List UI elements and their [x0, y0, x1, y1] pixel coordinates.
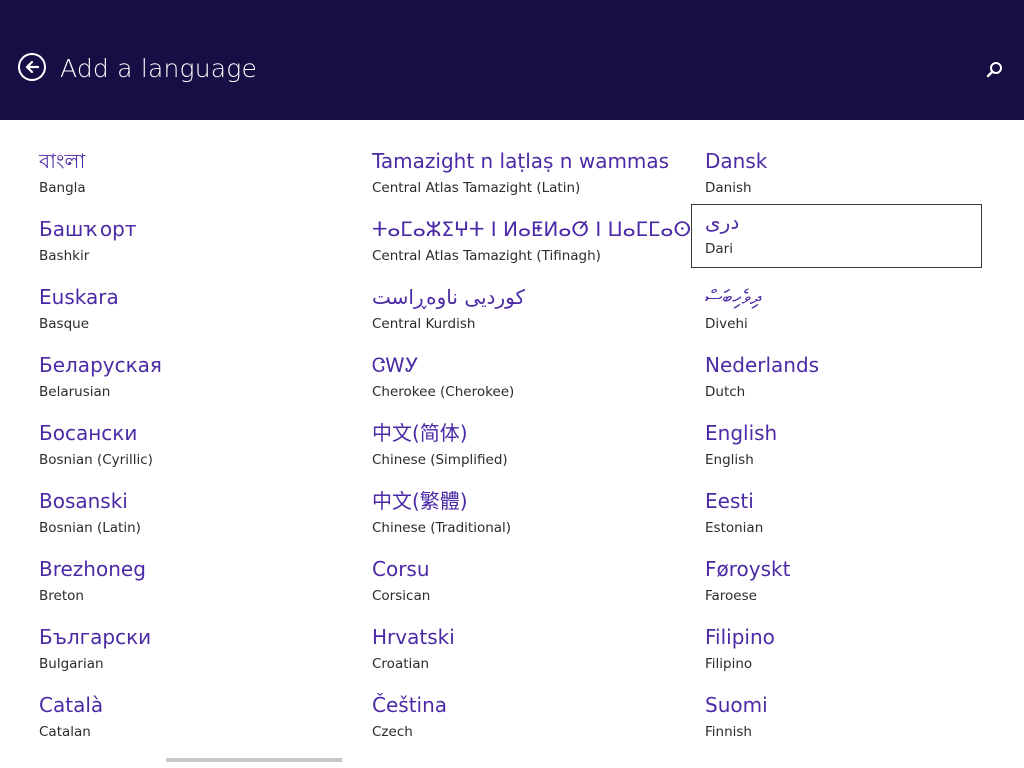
language-tile[interactable]: Башҡорт Bashkir	[33, 212, 324, 276]
language-english-name: Corsican	[372, 588, 431, 604]
language-tile[interactable]: বাংলা Bangla	[33, 144, 324, 208]
language-native-name: Босански	[39, 421, 138, 445]
language-native-name: ދިވެހިބަސް	[705, 285, 761, 309]
language-english-name: Chinese (Simplified)	[372, 452, 508, 468]
language-native-name: Български	[39, 625, 152, 649]
language-native-name: Brezhoneg	[39, 557, 146, 581]
language-native-name: 中文(简体)	[372, 421, 468, 445]
language-native-name: Euskara	[39, 285, 119, 309]
language-native-name: বাংলা	[39, 149, 86, 173]
language-native-name: English	[705, 421, 778, 445]
language-native-name: Eesti	[705, 489, 754, 513]
language-english-name: Central Kurdish	[372, 316, 476, 332]
language-english-name: Central Atlas Tamazight (Tifinagh)	[372, 248, 601, 264]
language-english-name: Estonian	[705, 520, 764, 536]
language-native-name: 中文(繁體)	[372, 489, 468, 513]
language-native-name: Čeština	[372, 693, 448, 717]
language-tile[interactable]: ދިވެހިބަސް Divehi	[699, 280, 990, 344]
language-tile[interactable]: ᏣᎳᎩ Cherokee (Cherokee)	[366, 348, 657, 412]
language-tile[interactable]: Босански Bosnian (Cyrillic)	[33, 416, 324, 480]
language-tile-selected[interactable]: درى Dari	[691, 204, 982, 268]
horizontal-scrollbar[interactable]	[166, 758, 342, 762]
language-english-name: Belarusian	[39, 384, 111, 400]
language-native-name: Bosanski	[39, 489, 128, 513]
language-english-name: Breton	[39, 588, 84, 604]
language-english-name: Cherokee (Cherokee)	[372, 384, 515, 400]
language-native-name: Català	[39, 693, 104, 717]
language-english-name: Bosnian (Latin)	[39, 520, 141, 536]
language-english-name: Bashkir	[39, 248, 90, 264]
language-tile[interactable]: Čeština Czech	[366, 688, 657, 752]
header-bar: Add a language	[0, 0, 1024, 120]
language-tile[interactable]: Català Catalan	[33, 688, 324, 752]
language-native-name: ⵜⴰⵎⴰⵣⵉⵖⵜ ⵏ ⵍⴰⵟⵍⴰⵚ ⵏ ⵡⴰⵎⵎⴰⵙ	[372, 217, 692, 241]
back-arrow-circle-icon[interactable]	[18, 53, 46, 81]
language-english-name: Divehi	[705, 316, 748, 332]
page-title: Add a language	[60, 54, 258, 83]
language-english-name: Bangla	[39, 180, 86, 196]
language-english-name: Danish	[705, 180, 752, 196]
language-native-name: Filipino	[705, 625, 775, 649]
language-tile[interactable]: Brezhoneg Breton	[33, 552, 324, 616]
language-native-name: Hrvatski	[372, 625, 455, 649]
language-native-name: درى	[705, 210, 740, 234]
language-native-name: Corsu	[372, 557, 430, 581]
search-icon[interactable]	[984, 59, 1006, 81]
language-tile[interactable]: Filipino Filipino	[699, 620, 990, 684]
language-english-name: Croatian	[372, 656, 430, 672]
language-tile[interactable]: Føroyskt Faroese	[699, 552, 990, 616]
language-native-name: Беларуская	[39, 353, 162, 377]
language-native-name: کوردیی ناوەڕاست	[372, 285, 525, 309]
language-english-name: English	[705, 452, 754, 468]
language-english-name: Finnish	[705, 724, 752, 740]
language-native-name: ᏣᎳᎩ	[372, 353, 419, 377]
language-native-name: Dansk	[705, 149, 768, 173]
language-tile[interactable]: Suomi Finnish	[699, 688, 990, 752]
language-tile[interactable]: Euskara Basque	[33, 280, 324, 344]
language-tile[interactable]: Nederlands Dutch	[699, 348, 990, 412]
language-native-name: Башҡорт	[39, 217, 137, 241]
language-tile[interactable]: Eesti Estonian	[699, 484, 990, 548]
language-english-name: Bosnian (Cyrillic)	[39, 452, 153, 468]
language-native-name: Nederlands	[705, 353, 820, 377]
language-tile[interactable]: 中文(简体) Chinese (Simplified)	[366, 416, 657, 480]
language-tile[interactable]: Bosanski Bosnian (Latin)	[33, 484, 324, 548]
language-tile[interactable]: Беларуская Belarusian	[33, 348, 324, 412]
language-native-name: Suomi	[705, 693, 768, 717]
language-english-name: Faroese	[705, 588, 757, 604]
language-tile[interactable]: English English	[699, 416, 990, 480]
language-tile[interactable]: Български Bulgarian	[33, 620, 324, 684]
language-english-name: Chinese (Traditional)	[372, 520, 512, 536]
language-english-name: Filipino	[705, 656, 753, 672]
language-tile[interactable]: Dansk Danish	[699, 144, 990, 208]
language-tile[interactable]: 中文(繁體) Chinese (Traditional)	[366, 484, 657, 548]
language-english-name: Bulgarian	[39, 656, 104, 672]
language-tile[interactable]: ⵜⴰⵎⴰⵣⵉⵖⵜ ⵏ ⵍⴰⵟⵍⴰⵚ ⵏ ⵡⴰⵎⵎⴰⵙ Central Atlas…	[366, 212, 691, 276]
language-english-name: Dari	[705, 241, 733, 257]
language-tile[interactable]: Corsu Corsican	[366, 552, 657, 616]
language-english-name: Central Atlas Tamazight (Latin)	[372, 180, 581, 196]
language-native-name: Tamazight n laṭlaṣ n wammas	[372, 149, 670, 173]
language-tile[interactable]: کوردیی ناوەڕاست Central Kurdish	[366, 280, 657, 344]
language-english-name: Dutch	[705, 384, 746, 400]
language-tile[interactable]: Tamazight n laṭlaṣ n wammas Central Atla…	[366, 144, 669, 208]
language-english-name: Czech	[372, 724, 413, 740]
language-grid: বাংলা Bangla Башҡорт Bashkir Euskara Bas…	[0, 120, 1024, 768]
language-english-name: Basque	[39, 316, 89, 332]
language-english-name: Catalan	[39, 724, 91, 740]
language-native-name: Føroyskt	[705, 557, 791, 581]
language-tile[interactable]: Hrvatski Croatian	[366, 620, 657, 684]
